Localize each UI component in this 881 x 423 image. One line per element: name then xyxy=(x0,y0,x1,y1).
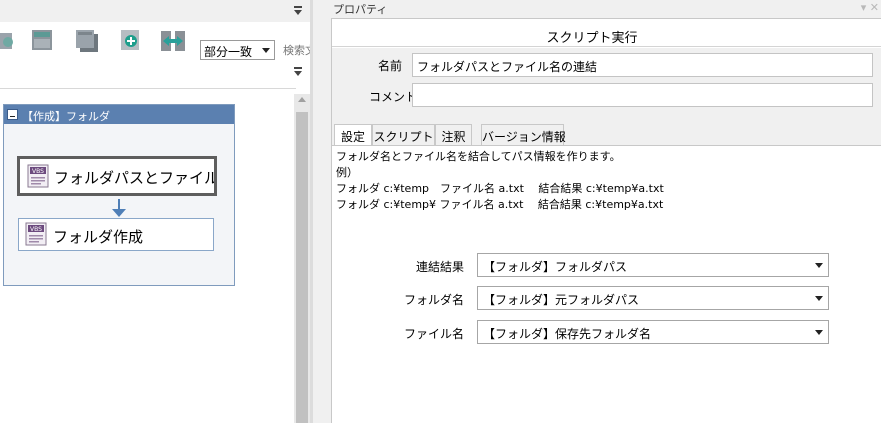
collapse-icon[interactable] xyxy=(7,109,18,120)
group-header[interactable]: 【作成】フォルダ xyxy=(4,105,234,124)
sheet-stack-icon[interactable] xyxy=(74,28,100,54)
match-mode-select[interactable]: 部分一致 xyxy=(200,40,275,60)
action-header: スクリプト実行 xyxy=(332,19,881,47)
select-value: 【フォルダ】保存先フォルダ名 xyxy=(483,327,652,341)
file-name-label: ファイル名 xyxy=(403,327,464,341)
vertical-scrollbar[interactable] xyxy=(294,94,310,423)
description: フォルダ名とファイル名を結合してパス情報を作ります。 例） フォルダ c:¥te… xyxy=(336,149,664,213)
description-line: フォルダ名とファイル名を結合してパス情報を作ります。 xyxy=(336,150,621,163)
toolbar: 部分一致 xyxy=(0,22,320,88)
name-field[interactable]: フォルダパスとファイル名の連結 xyxy=(412,53,873,77)
name-label: 名前 xyxy=(378,59,403,73)
close-icon[interactable]: ✕ xyxy=(870,1,879,14)
settings-panel: フォルダ名とファイル名を結合してパス情報を作ります。 例） フォルダ c:¥te… xyxy=(332,145,881,423)
toolbar-overflow-icon[interactable] xyxy=(293,67,303,76)
properties-body: スクリプト実行 名前 フォルダパスとファイル名の連結 コメント 設定 スクリプト… xyxy=(331,18,881,423)
vbs-script-icon: VBS xyxy=(25,222,47,246)
tab-version-info[interactable]: バージョン情報 xyxy=(481,124,566,145)
pin-dropdown-icon[interactable]: ▾ xyxy=(861,1,867,14)
description-line: フォルダ c:¥temp¥ ファイル名 a.txt 結合結果 c:¥temp¥a… xyxy=(336,198,664,211)
folder-name-select[interactable]: 【フォルダ】元フォルダパス xyxy=(477,286,829,310)
svg-text:VBS: VBS xyxy=(30,226,42,233)
tab-script[interactable]: スクリプト xyxy=(372,124,435,145)
concat-result-label: 連結結果 xyxy=(415,260,464,274)
left-top-strip xyxy=(0,0,312,22)
overflow-menu-icon[interactable] xyxy=(293,6,303,15)
sheet-icon[interactable] xyxy=(30,28,56,54)
svg-text:VBS: VBS xyxy=(32,168,44,175)
folder-name-label: フォルダ名 xyxy=(403,293,464,307)
description-line: フォルダ c:¥temp ファイル名 a.txt 結合結果 c:¥temp¥a.… xyxy=(336,182,664,195)
comment-field[interactable] xyxy=(412,83,873,107)
chevron-down-icon xyxy=(815,296,823,301)
chevron-down-icon xyxy=(262,48,270,53)
chevron-down-icon xyxy=(815,330,823,335)
flow-designer-pane: 部分一致 【作成】フォルダ VBS フォルダパスとファイル名... xyxy=(0,0,320,423)
panel-title: プロパティ xyxy=(333,3,388,16)
node-label: フォルダパスとファイル名... xyxy=(54,169,217,187)
vbs-script-icon: VBS xyxy=(27,164,49,188)
concat-result-select[interactable]: 【フォルダ】フォルダパス xyxy=(477,253,829,277)
info-area: 名前 フォルダパスとファイル名の連結 コメント xyxy=(332,48,881,124)
node-label: フォルダ作成 xyxy=(53,228,144,246)
select-value: 【フォルダ】フォルダパス xyxy=(483,260,628,274)
tab-strip: 設定 スクリプト 注釈 バージョン情報 xyxy=(332,124,881,146)
file-name-select[interactable]: 【フォルダ】保存先フォルダ名 xyxy=(477,320,829,344)
properties-pane: プロパティ ▾ ✕ スクリプト実行 名前 フォルダパスとファイル名の連結 コメン… xyxy=(313,0,881,423)
scroll-up-icon[interactable] xyxy=(298,97,306,102)
description-line: 例） xyxy=(336,166,358,179)
scroll-thumb[interactable] xyxy=(296,112,308,423)
match-mode-value: 部分一致 xyxy=(204,45,253,59)
add-icon[interactable] xyxy=(118,28,144,54)
select-value: 【フォルダ】元フォルダパス xyxy=(483,293,640,307)
flow-node-create-folder[interactable]: VBS フォルダ作成 xyxy=(18,218,214,251)
titlebar-buttons: ▾ ✕ xyxy=(861,1,879,14)
tab-area: 設定 スクリプト 注釈 バージョン情報 フォルダ名とファイル名を結合してパス情報… xyxy=(332,124,881,423)
comment-label: コメント xyxy=(369,90,418,104)
arrow-down-icon xyxy=(112,209,126,217)
chevron-down-icon xyxy=(815,263,823,268)
flow-node-concat[interactable]: VBS フォルダパスとファイル名... xyxy=(17,156,217,196)
properties-titlebar: プロパティ ▾ ✕ xyxy=(313,0,881,18)
action-title: スクリプト実行 xyxy=(546,31,638,46)
import-icon[interactable] xyxy=(0,28,18,54)
tab-settings[interactable]: 設定 xyxy=(334,124,372,146)
flow-group[interactable]: 【作成】フォルダ VBS フォルダパスとファイル名... VBS xyxy=(3,104,235,286)
swap-icon[interactable] xyxy=(160,28,186,54)
tab-note[interactable]: 注釈 xyxy=(435,124,472,145)
group-title: 【作成】フォルダ xyxy=(22,110,110,123)
